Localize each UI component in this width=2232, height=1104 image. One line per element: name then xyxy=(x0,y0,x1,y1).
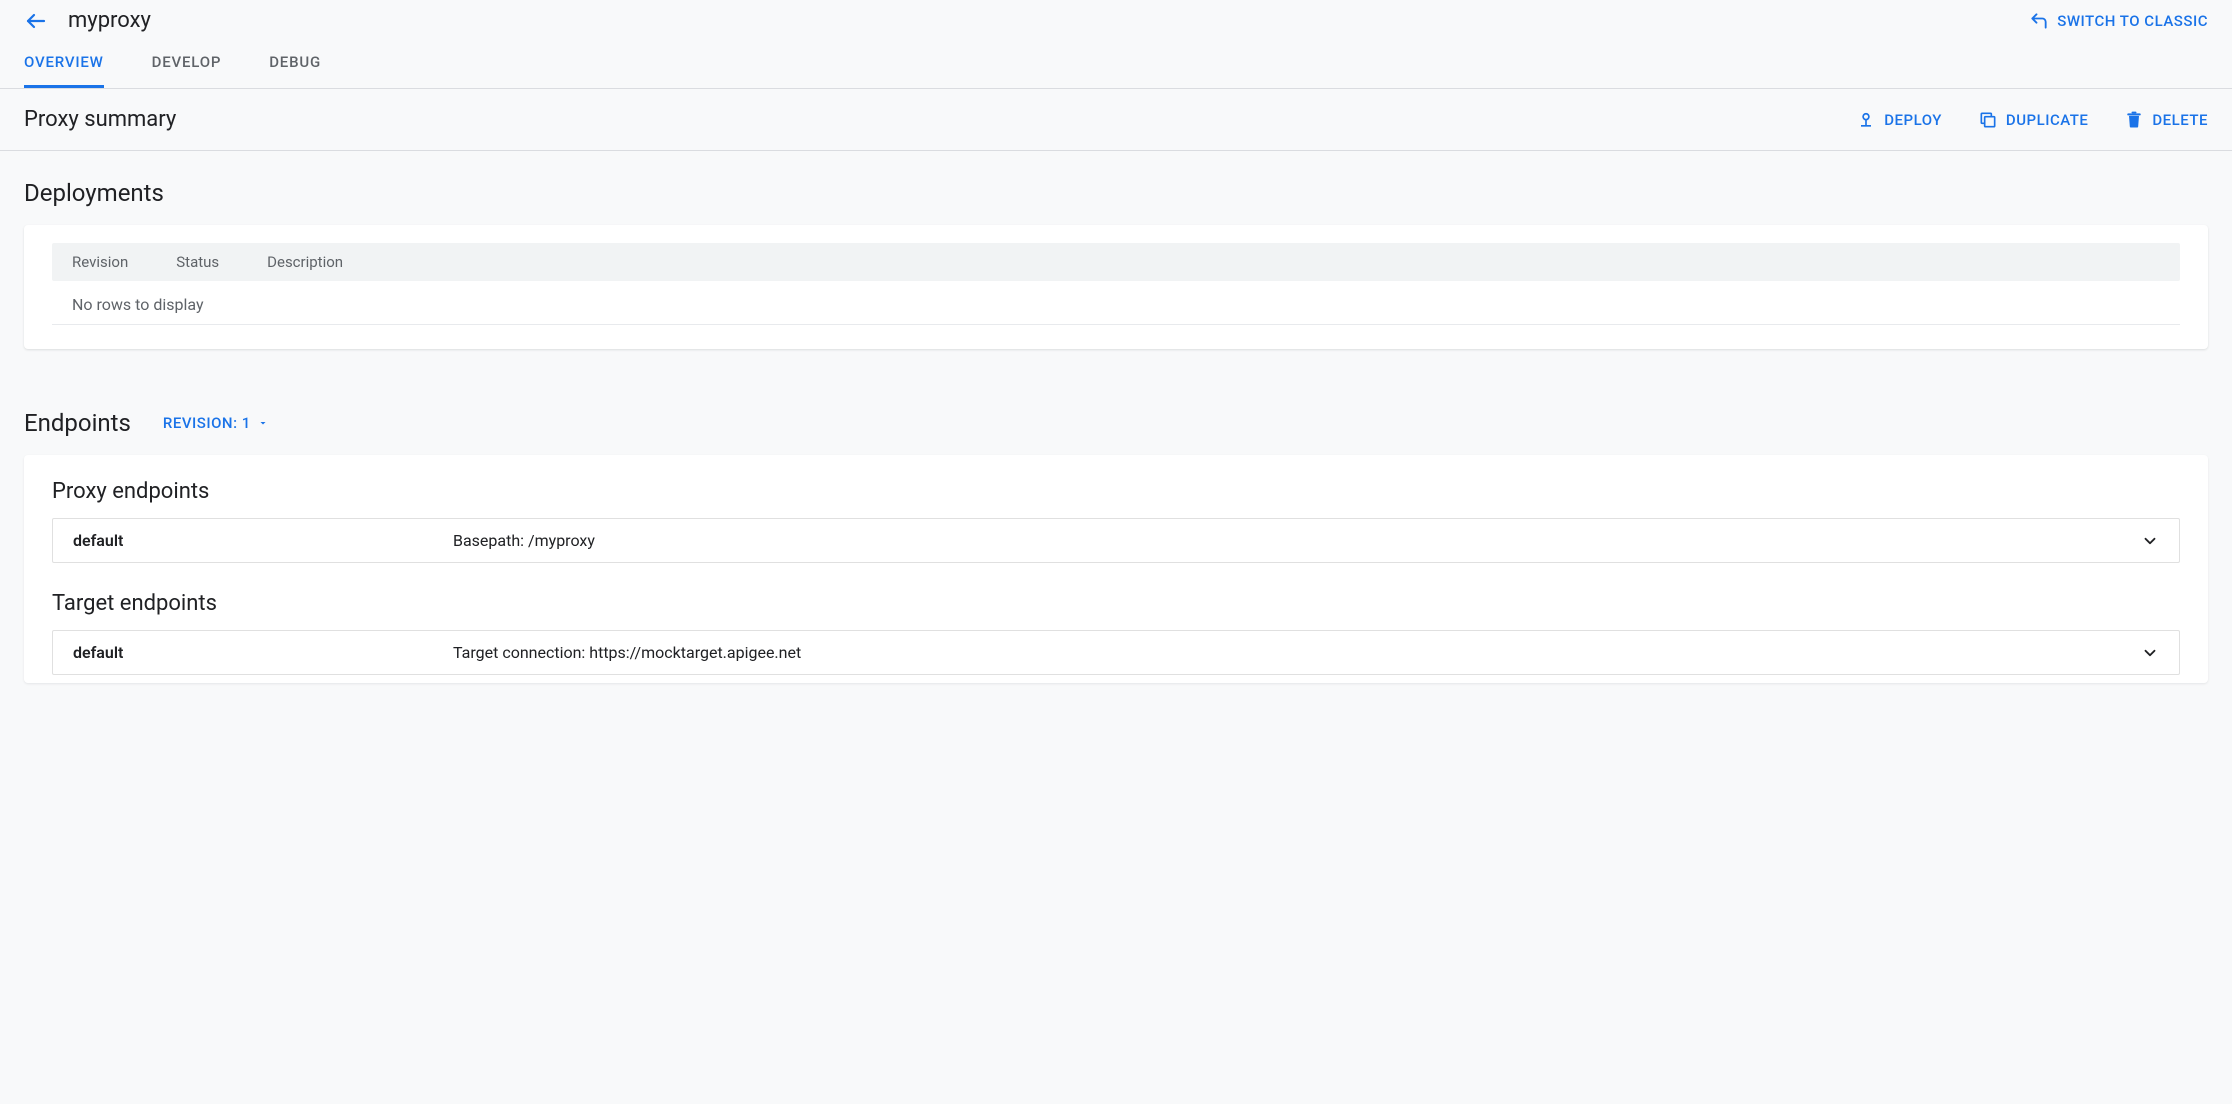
top-bar: myproxy SWITCH TO CLASSIC xyxy=(0,0,2232,33)
deployments-card: Revision Status Description No rows to d… xyxy=(24,225,2208,349)
tab-overview[interactable]: OVERVIEW xyxy=(24,53,104,88)
action-buttons: DEPLOY DUPLICATE DELETE xyxy=(1856,110,2208,130)
delete-label: DELETE xyxy=(2152,111,2208,129)
proxy-endpoint-row[interactable]: default Basepath: /myproxy xyxy=(52,518,2180,563)
duplicate-button[interactable]: DUPLICATE xyxy=(1978,110,2088,130)
delete-icon xyxy=(2124,110,2144,130)
tabs: OVERVIEW DEVELOP DEBUG xyxy=(0,33,2232,89)
switch-to-classic-button[interactable]: SWITCH TO CLASSIC xyxy=(2029,11,2208,31)
col-description: Description xyxy=(267,253,343,271)
chevron-down-icon xyxy=(2141,644,2159,662)
target-endpoints-title: Target endpoints xyxy=(52,591,2180,616)
tab-debug[interactable]: DEBUG xyxy=(269,53,321,88)
proxy-endpoints-title: Proxy endpoints xyxy=(52,479,2180,504)
delete-button[interactable]: DELETE xyxy=(2124,110,2208,130)
deployments-table-header: Revision Status Description xyxy=(52,243,2180,281)
tab-develop[interactable]: DEVELOP xyxy=(152,53,222,88)
deploy-label: DEPLOY xyxy=(1884,111,1942,129)
arrow-left-icon xyxy=(24,9,48,33)
target-endpoint-row[interactable]: default Target connection: https://mockt… xyxy=(52,630,2180,675)
switch-to-classic-label: SWITCH TO CLASSIC xyxy=(2057,12,2208,30)
caret-down-icon xyxy=(257,417,269,429)
deploy-button[interactable]: DEPLOY xyxy=(1856,110,1942,130)
duplicate-label: DUPLICATE xyxy=(2006,111,2088,129)
summary-bar: Proxy summary DEPLOY DUPLICATE DELETE xyxy=(0,89,2232,151)
content: Deployments Revision Status Description … xyxy=(0,151,2232,711)
col-status: Status xyxy=(176,253,219,271)
revision-selector[interactable]: REVISION: 1 xyxy=(163,414,269,432)
proxy-endpoint-name: default xyxy=(73,531,453,550)
deploy-icon xyxy=(1856,110,1876,130)
chevron-down-icon xyxy=(2141,532,2159,550)
duplicate-icon xyxy=(1978,110,1998,130)
col-revision: Revision xyxy=(72,253,128,271)
endpoints-header: Endpoints REVISION: 1 xyxy=(24,409,2208,437)
back-button[interactable] xyxy=(24,9,48,33)
target-endpoint-name: default xyxy=(73,643,453,662)
proxy-endpoint-detail: Basepath: /myproxy xyxy=(453,531,2141,550)
undo-icon xyxy=(2029,11,2049,31)
revision-label: REVISION: 1 xyxy=(163,414,251,432)
top-left: myproxy xyxy=(24,8,151,33)
endpoints-title: Endpoints xyxy=(24,409,131,437)
deployments-title: Deployments xyxy=(24,179,2208,207)
deployments-empty: No rows to display xyxy=(52,281,2180,325)
summary-title: Proxy summary xyxy=(24,107,176,132)
endpoints-card: Proxy endpoints default Basepath: /mypro… xyxy=(24,455,2208,683)
page-title: myproxy xyxy=(68,8,151,33)
target-endpoint-detail: Target connection: https://mocktarget.ap… xyxy=(453,643,2141,662)
